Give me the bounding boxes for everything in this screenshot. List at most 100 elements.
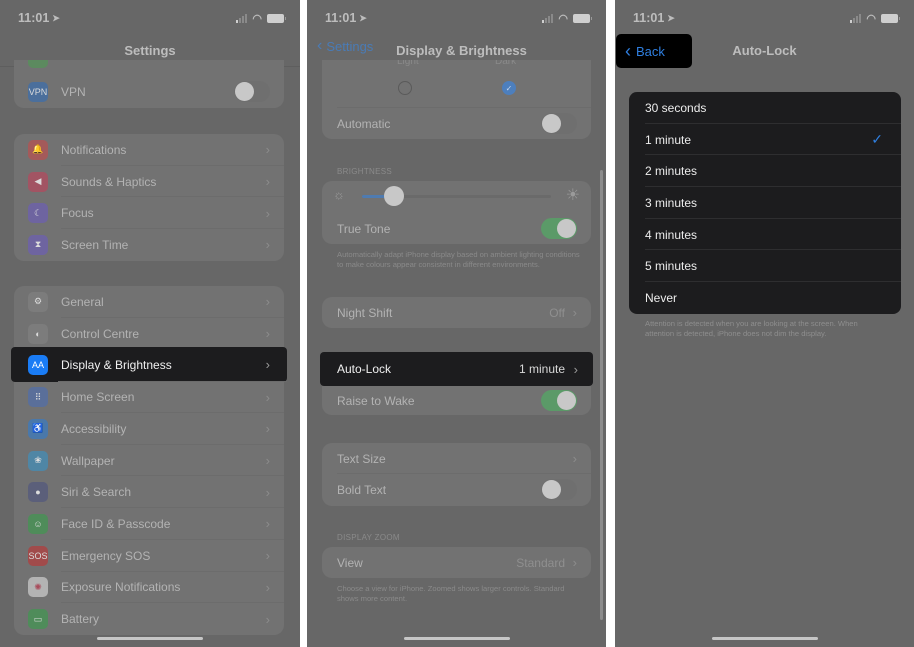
settings-row-focus[interactable]: ☾ Focus ›	[14, 197, 284, 230]
auto-lock-option[interactable]: 1 minute ✓	[629, 124, 901, 156]
row-label: Screen Time	[61, 237, 129, 252]
auto-lock-option[interactable]: Never	[629, 282, 901, 314]
true-tone-row[interactable]: True Tone	[322, 213, 591, 244]
flower-icon: ❀	[28, 450, 48, 471]
settings-row-notifications[interactable]: 🔔 Notifications ›	[14, 134, 284, 166]
text-size-row[interactable]: Text Size ›	[322, 443, 591, 474]
auto-lock-option[interactable]: 30 seconds	[629, 92, 901, 124]
wifi-icon: ◠	[866, 12, 876, 25]
home-indicator	[711, 637, 818, 640]
status-bar: 11:01 ➤ ◠	[18, 10, 286, 26]
chevron-left-icon: ‹	[317, 37, 323, 54]
option-label: 3 minutes	[645, 195, 698, 210]
vpn-icon: VPN	[28, 81, 48, 102]
page-title: Auto-Lock	[732, 42, 797, 58]
raise-to-wake-row[interactable]: Raise to Wake	[322, 385, 591, 416]
status-time: 11:01	[633, 11, 665, 25]
chevron-right-icon: ›	[572, 305, 577, 320]
auto-lock-option[interactable]: 5 minutes	[629, 250, 901, 283]
sos-icon: SOS	[28, 545, 48, 566]
row-label: Bold Text	[337, 482, 387, 497]
row-label: Focus	[61, 206, 94, 221]
night-shift-row[interactable]: Night Shift Off ›	[322, 297, 591, 328]
location-arrow-icon: ➤	[52, 12, 60, 23]
toggle-knob	[542, 114, 561, 133]
battery-icon	[267, 13, 286, 23]
settings-row-home-screen[interactable]: ⠿ Home Screen ›	[14, 381, 284, 414]
auto-lock-option[interactable]: 4 minutes	[629, 219, 901, 251]
checkmark-icon: ✓	[871, 131, 883, 148]
back-label: Back	[636, 43, 665, 59]
chevron-right-icon: ›	[265, 516, 270, 532]
hourglass-icon: ⧗	[28, 234, 48, 255]
bold-text-toggle[interactable]	[541, 479, 577, 500]
appearance-light-radio[interactable]	[398, 81, 412, 95]
chevron-right-icon: ›	[573, 361, 578, 377]
automatic-toggle[interactable]	[541, 113, 577, 134]
row-label: Home Screen	[61, 390, 135, 405]
display-brightness-screen: 11:01 ➤ ◠ ‹ Settings Display & Brightness…	[307, 0, 606, 647]
chevron-right-icon: ›	[265, 294, 270, 310]
row-value: Standard	[516, 555, 565, 570]
moon-icon: ☾	[28, 203, 48, 224]
chevron-right-icon: ›	[265, 357, 270, 373]
brightness-slider[interactable]	[362, 186, 551, 206]
back-button[interactable]: ‹ Settings	[317, 38, 373, 54]
chevron-right-icon: ›	[265, 611, 270, 627]
brightness-slider-thumb[interactable]	[384, 186, 405, 206]
settings-row-exposure-notifications[interactable]: ✺ Exposure Notifications ›	[14, 572, 284, 604]
vpn-toggle[interactable]	[234, 81, 270, 103]
text-size-icon: AA	[28, 354, 48, 375]
chevron-right-icon: ›	[572, 451, 577, 466]
status-bar: 11:01 ➤ ◠	[633, 10, 900, 26]
settings-row-screen-time[interactable]: ⧗ Screen Time ›	[14, 229, 284, 261]
chevron-left-icon: ‹	[625, 41, 631, 61]
settings-group-network: VPN VPN	[14, 60, 284, 108]
back-button[interactable]: ‹ Back	[616, 34, 692, 68]
settings-row-siri-search[interactable]: ● Siri & Search ›	[14, 476, 284, 509]
appearance-dark-radio[interactable]: ✓	[502, 81, 516, 95]
chevron-right-icon: ›	[265, 389, 270, 405]
settings-row-display-brightness[interactable]: AA Display & Brightness ›	[11, 347, 287, 383]
toggle-knob	[557, 391, 576, 410]
toggle-knob	[542, 480, 561, 499]
view-row[interactable]: View Standard ›	[322, 547, 591, 578]
switches-icon: ◐	[28, 323, 48, 344]
row-label: Battery	[61, 612, 100, 627]
chevron-right-icon: ›	[265, 421, 270, 437]
settings-row-wallpaper[interactable]: ❀ Wallpaper ›	[14, 445, 284, 477]
settings-row-vpn[interactable]: VPN VPN	[14, 76, 284, 108]
cellular-signal-icon	[236, 13, 248, 23]
settings-row-face-id-passcode[interactable]: ☺ Face ID & Passcode ›	[14, 508, 284, 540]
auto-lock-row[interactable]: Auto-Lock 1 minute ›	[320, 352, 593, 386]
chevron-right-icon: ›	[572, 555, 577, 570]
appearance-light-label: Light	[397, 60, 419, 67]
row-label: Notifications	[61, 142, 127, 157]
night-shift-group: Night Shift Off ›	[322, 297, 591, 328]
true-tone-footer: Automatically adapt iPhone display based…	[337, 250, 580, 269]
settings-row-battery[interactable]: ▭ Battery ›	[14, 603, 284, 635]
appearance-dark-label: Dark	[495, 60, 517, 67]
sun-small-icon: ☼	[333, 187, 345, 202]
auto-lock-option[interactable]: 3 minutes	[629, 187, 901, 219]
row-label: Display & Brightness	[61, 357, 172, 372]
home-indicator	[97, 637, 203, 640]
auto-lock-option[interactable]: 2 minutes	[629, 155, 901, 188]
scrollbar[interactable]	[600, 170, 603, 620]
chevron-right-icon: ›	[265, 205, 270, 221]
row-label: Wallpaper	[61, 453, 115, 468]
chevron-right-icon: ›	[265, 174, 270, 190]
true-tone-toggle[interactable]	[541, 218, 577, 239]
settings-row-accessibility[interactable]: ♿ Accessibility ›	[14, 413, 284, 445]
settings-row-general[interactable]: ⚙ General ›	[14, 286, 284, 318]
bold-text-row[interactable]: Bold Text	[322, 474, 591, 505]
settings-row-control-centre[interactable]: ◐ Control Centre ›	[14, 318, 284, 350]
face-id-icon: ☺	[28, 513, 48, 534]
chevron-right-icon: ›	[265, 453, 270, 469]
chevron-right-icon: ›	[265, 548, 270, 564]
automatic-row[interactable]: Automatic	[322, 108, 591, 139]
page-title: Display & Brightness	[396, 42, 527, 58]
raise-to-wake-toggle[interactable]	[541, 390, 577, 411]
settings-row-sounds-haptics[interactable]: ◀ Sounds & Haptics ›	[14, 166, 284, 198]
settings-row-emergency-sos[interactable]: SOS Emergency SOS ›	[14, 540, 284, 572]
